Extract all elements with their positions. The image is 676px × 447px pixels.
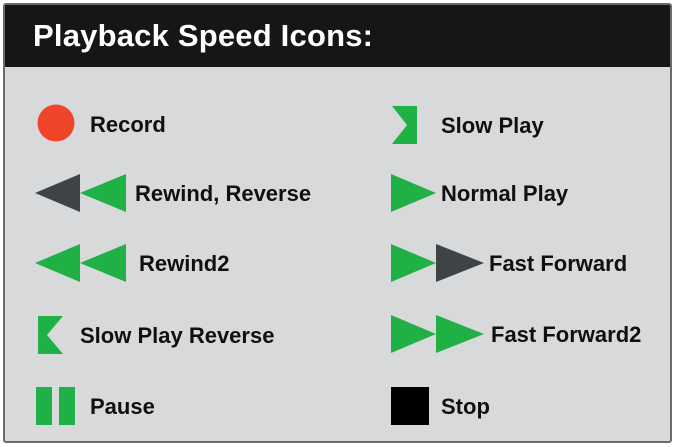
legend-item-normal-play: Normal Play	[390, 173, 630, 215]
legend-label-record: Record	[90, 112, 166, 137]
legend-item-rewind-reverse: Rewind, Reverse	[35, 173, 335, 215]
legend-label-slow-play-reverse: Slow Play Reverse	[80, 323, 275, 348]
legend-label-fast-forward2: Fast Forward2	[491, 322, 642, 347]
legend-item-record: Record	[35, 104, 295, 146]
pause-icon	[36, 387, 75, 425]
rewind-reverse-icon	[35, 174, 126, 212]
legend-item-stop: Stop	[390, 386, 590, 428]
fast-forward2-icon	[391, 315, 484, 353]
legend-item-pause: Pause	[35, 386, 235, 428]
playback-speed-icons-panel: Playback Speed Icons: Record Rewind, Rev…	[3, 3, 672, 443]
slow-play-reverse-icon	[38, 316, 63, 354]
legend-item-fast-forward2: Fast Forward2	[390, 314, 670, 356]
legend-label-pause: Pause	[90, 394, 155, 419]
legend-label-stop: Stop	[441, 394, 490, 419]
slow-play-icon	[392, 106, 417, 144]
panel-title: Playback Speed Icons:	[33, 18, 374, 53]
legend-label-slow-play: Slow Play	[441, 113, 544, 138]
rewind2-icon	[35, 244, 126, 282]
stop-icon	[391, 387, 429, 425]
legend-label-normal-play: Normal Play	[441, 181, 569, 206]
legend-item-rewind2: Rewind2	[35, 243, 295, 285]
legend-label-rewind-reverse: Rewind, Reverse	[135, 181, 312, 206]
normal-play-icon	[391, 174, 436, 212]
legend-item-fast-forward: Fast Forward	[390, 243, 670, 285]
fast-forward-icon	[391, 244, 484, 282]
legend-label-fast-forward: Fast Forward	[489, 251, 628, 276]
legend-label-rewind2: Rewind2	[139, 251, 230, 276]
record-icon	[37, 104, 75, 142]
legend-item-slow-play-reverse: Slow Play Reverse	[35, 315, 335, 357]
panel-header: Playback Speed Icons:	[5, 5, 670, 67]
legend-item-slow-play: Slow Play	[390, 105, 590, 147]
